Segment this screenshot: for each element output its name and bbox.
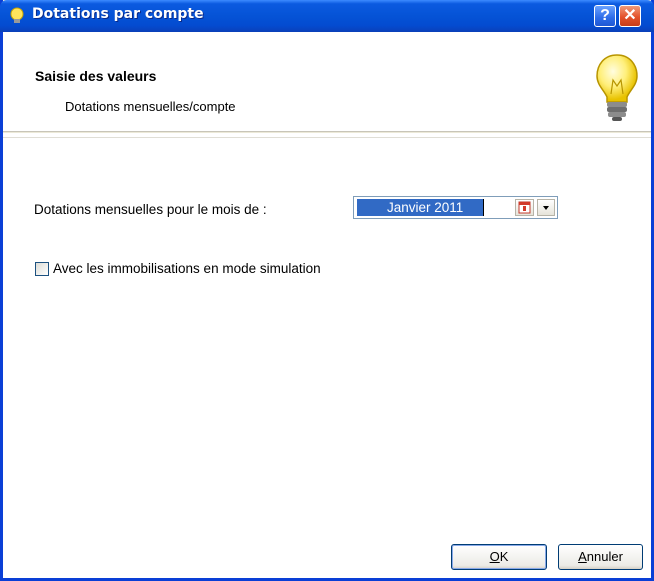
calendar-button[interactable] [515,199,534,216]
cancel-accelerator: A [578,549,587,564]
ok-accelerator: O [489,549,500,564]
ok-label-rest: K [499,549,509,564]
ok-button[interactable]: OK [451,544,547,570]
title-bar[interactable]: Dotations par compte ? ✕ [0,0,654,32]
cancel-button[interactable]: Annuler [558,544,643,570]
close-button[interactable]: ✕ [619,5,641,27]
month-value-field[interactable]: Janvier 2011 [357,199,483,216]
month-label: Dotations mensuelles pour le mois de : [34,202,267,217]
text-caret [483,199,484,216]
calendar-icon [518,201,531,214]
header-title: Saisie des valeurs [35,68,157,84]
window-title: Dotations par compte [32,6,204,22]
simulation-checkbox-label[interactable]: Avec les immobilisations en mode simulat… [53,261,321,276]
dialog-header: Saisie des valeurs Dotations mensuelles/… [3,32,651,132]
help-button[interactable]: ? [594,5,616,27]
dialog-window: Dotations par compte ? ✕ Saisie des vale… [0,0,654,581]
cancel-label-rest: nnuler [586,549,623,564]
dropdown-button[interactable] [537,199,555,216]
header-subtitle: Dotations mensuelles/compte [65,99,236,114]
month-picker[interactable]: Janvier 2011 [353,196,558,219]
chevron-down-icon [543,206,549,210]
divider [3,137,651,138]
lightbulb-icon [10,7,24,23]
lightbulb-large-icon [596,54,638,121]
simulation-checkbox[interactable] [35,262,49,276]
